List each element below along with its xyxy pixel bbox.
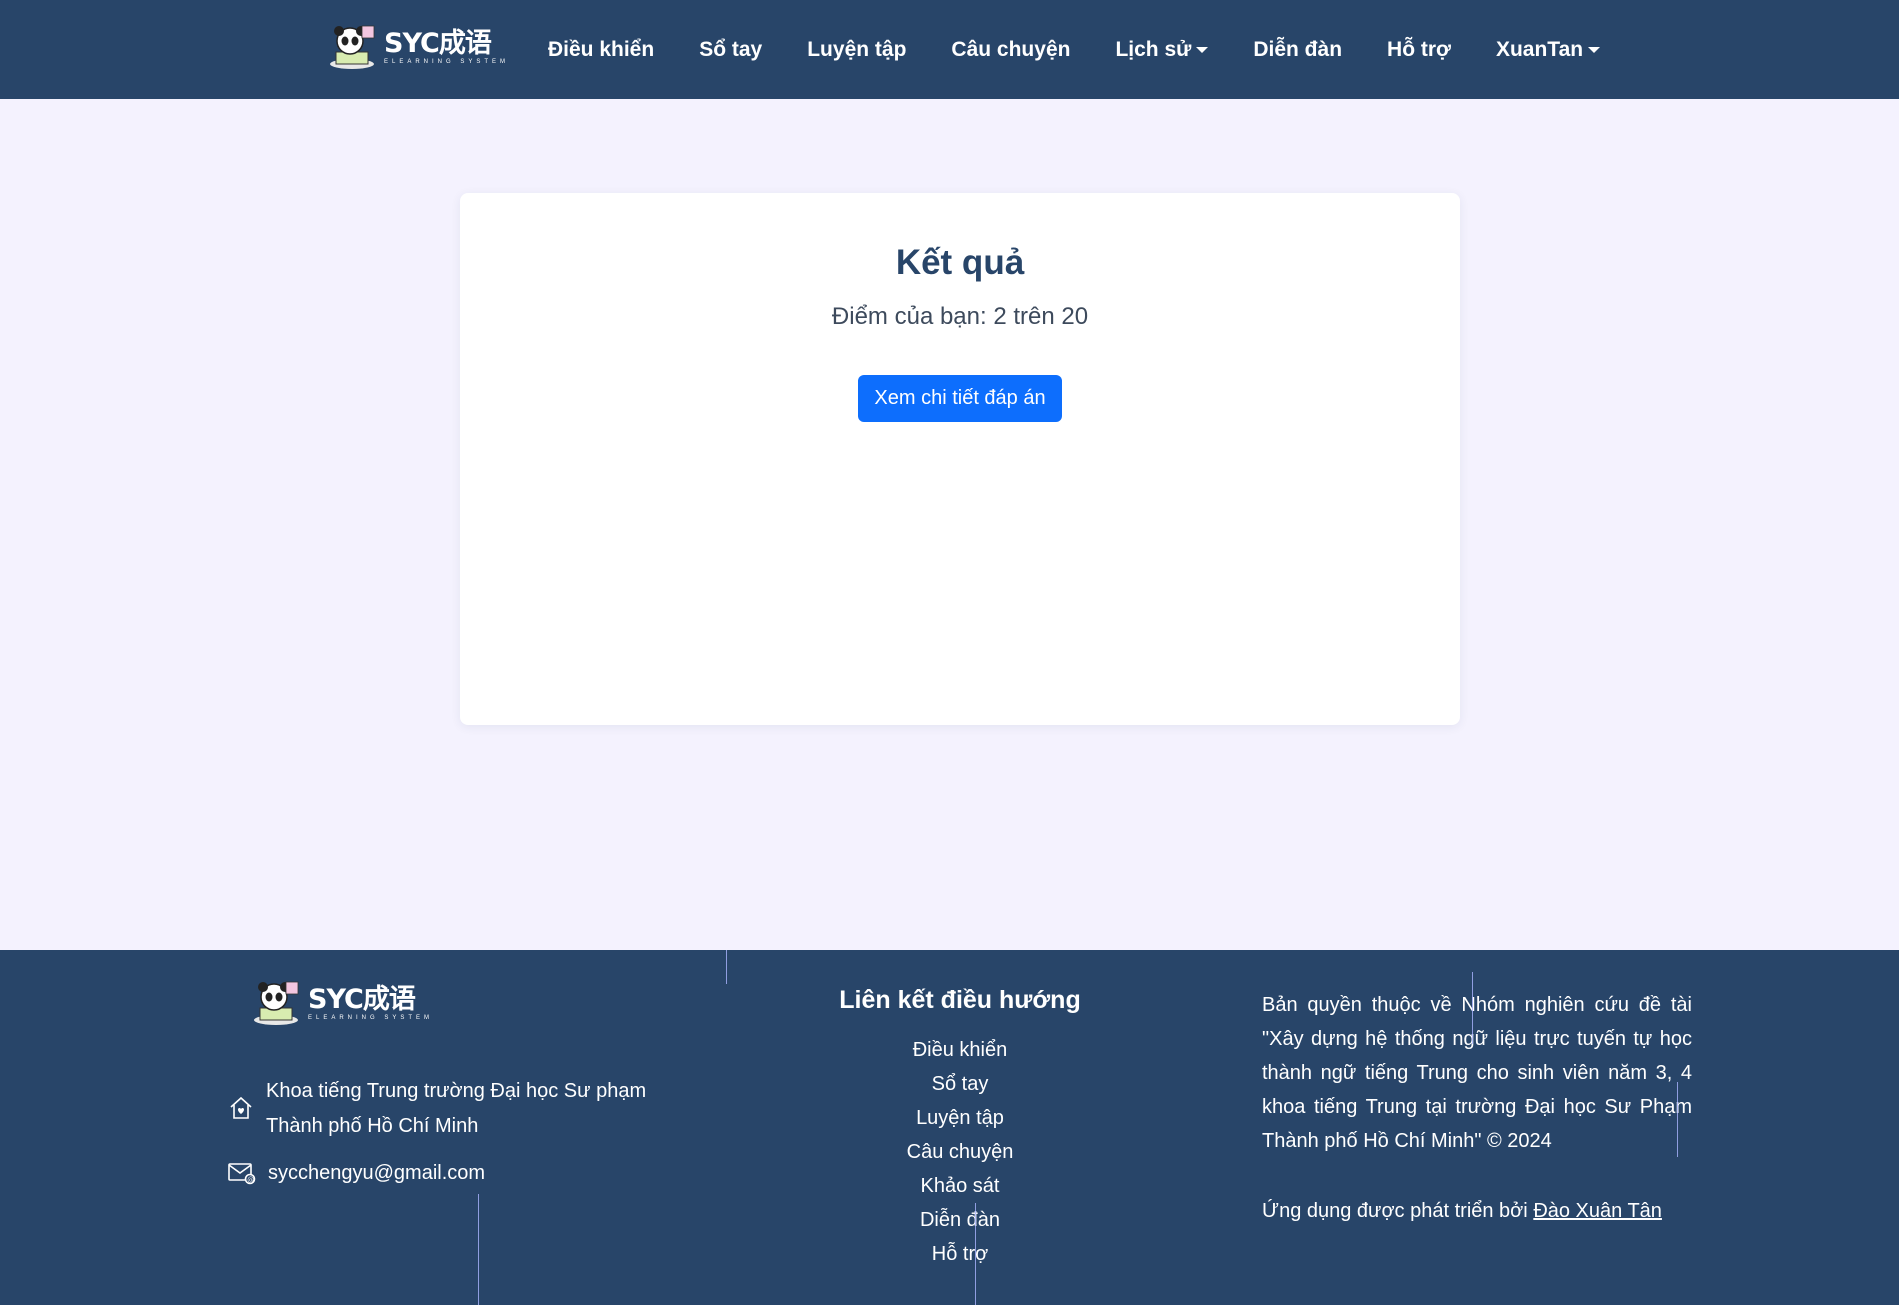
footer-link-cau-chuyen[interactable]: Câu chuyện	[760, 1135, 1160, 1169]
nav-label: Hỗ trợ	[1387, 37, 1451, 61]
divider-line	[975, 1203, 976, 1305]
caret-down-icon	[1196, 46, 1209, 53]
nav-label: Diễn đàn	[1253, 37, 1343, 61]
nav-item-so-tay[interactable]: Sổ tay	[699, 38, 762, 62]
view-answer-details-button[interactable]: Xem chi tiết đáp án	[858, 375, 1062, 422]
divider-line	[726, 950, 727, 984]
brand-tagline: ELEARNING SYSTEM	[308, 1015, 434, 1021]
home-heart-icon	[228, 1094, 254, 1122]
footer-link-luyen-tap[interactable]: Luyện tập	[760, 1101, 1160, 1135]
nav-label: Điều khiển	[548, 37, 655, 61]
score-text: Điểm của bạn: 2 trên 20	[831, 303, 1089, 330]
nav-label: Câu chuyện	[951, 37, 1071, 61]
caret-down-icon	[1588, 46, 1601, 53]
result-title: Kết quả	[895, 243, 1025, 282]
developed-by-label: Ứng dụng được phát triển bởi	[1262, 1200, 1528, 1222]
nav-item-dieu-khien[interactable]: Điều khiển	[548, 38, 654, 62]
email-link[interactable]: sycchengyu@gmail.com	[268, 1156, 485, 1191]
nav-item-dien-dan[interactable]: Diễn đàn	[1253, 38, 1342, 62]
footer-links-title: Liên kết điều hướng	[839, 986, 1081, 1014]
user-menu-dropdown[interactable]: XuanTan	[1495, 37, 1601, 62]
nav-menu: Điều khiển Sổ tay Luyện tập Câu chuyện L…	[548, 0, 1645, 99]
divider-line	[1472, 972, 1473, 1044]
nav-label: Lịch sử	[1115, 37, 1192, 61]
result-card: Kết quả Điểm của bạn: 2 trên 20 Xem chi …	[460, 193, 1460, 725]
copyright-text: Bản quyền thuộc về Nhóm nghiên cứu đề tà…	[1262, 994, 1692, 1152]
footer-nav-links: Liên kết điều hướng Điều khiển Sổ tay Lu…	[760, 986, 1160, 1271]
mail-icon: @	[228, 1159, 256, 1187]
top-navbar: SYC成语 ELEARNING SYSTEM Điều khiển Sổ tay…	[0, 0, 1899, 99]
nav-label: Luyện tập	[807, 37, 907, 61]
footer-link-khao-sat[interactable]: Khảo sát	[760, 1169, 1160, 1203]
nav-item-luyen-tap[interactable]: Luyện tập	[807, 38, 906, 62]
footer-link-so-tay[interactable]: Sổ tay	[760, 1067, 1160, 1101]
nav-label: Sổ tay	[699, 37, 763, 61]
svg-text:@: @	[247, 1176, 254, 1184]
user-name: XuanTan	[1495, 37, 1584, 61]
brand-name: SYC成语	[308, 984, 416, 1015]
footer: SYC成语 ELEARNING SYSTEM Khoa tiếng Trung …	[0, 950, 1899, 1305]
footer-brand-logo[interactable]: SYC成语 ELEARNING SYSTEM	[250, 976, 433, 1032]
contact-email: @ sycchengyu@gmail.com	[228, 1156, 485, 1191]
brand-name: SYC成语	[384, 28, 492, 59]
footer-link-dieu-khien[interactable]: Điều khiển	[760, 1033, 1160, 1067]
address-text: Khoa tiếng Trung trường Đại học Sư phạm …	[266, 1080, 647, 1137]
footer-link-ho-tro[interactable]: Hỗ trợ	[760, 1237, 1160, 1271]
footer-link-dien-dan[interactable]: Diễn đàn	[760, 1203, 1160, 1237]
panda-mascot-icon	[250, 980, 302, 1028]
developer-link[interactable]: Đào Xuân Tân	[1533, 1200, 1662, 1222]
brand-tagline: ELEARNING SYSTEM	[384, 59, 510, 65]
contact-address: Khoa tiếng Trung trường Đại học Sư phạm …	[228, 1074, 678, 1144]
nav-item-cau-chuyen[interactable]: Câu chuyện	[951, 38, 1070, 62]
panda-mascot-icon	[326, 24, 378, 72]
developer-credit: Ứng dụng được phát triển bởi Đào Xuân Tâ…	[1262, 1194, 1662, 1228]
nav-item-ho-tro[interactable]: Hỗ trợ	[1387, 38, 1451, 62]
brand-logo[interactable]: SYC成语 ELEARNING SYSTEM	[326, 20, 509, 76]
divider-line	[478, 1194, 479, 1305]
nav-item-lich-su-dropdown[interactable]: Lịch sử	[1115, 37, 1209, 62]
divider-line	[1677, 1082, 1678, 1157]
